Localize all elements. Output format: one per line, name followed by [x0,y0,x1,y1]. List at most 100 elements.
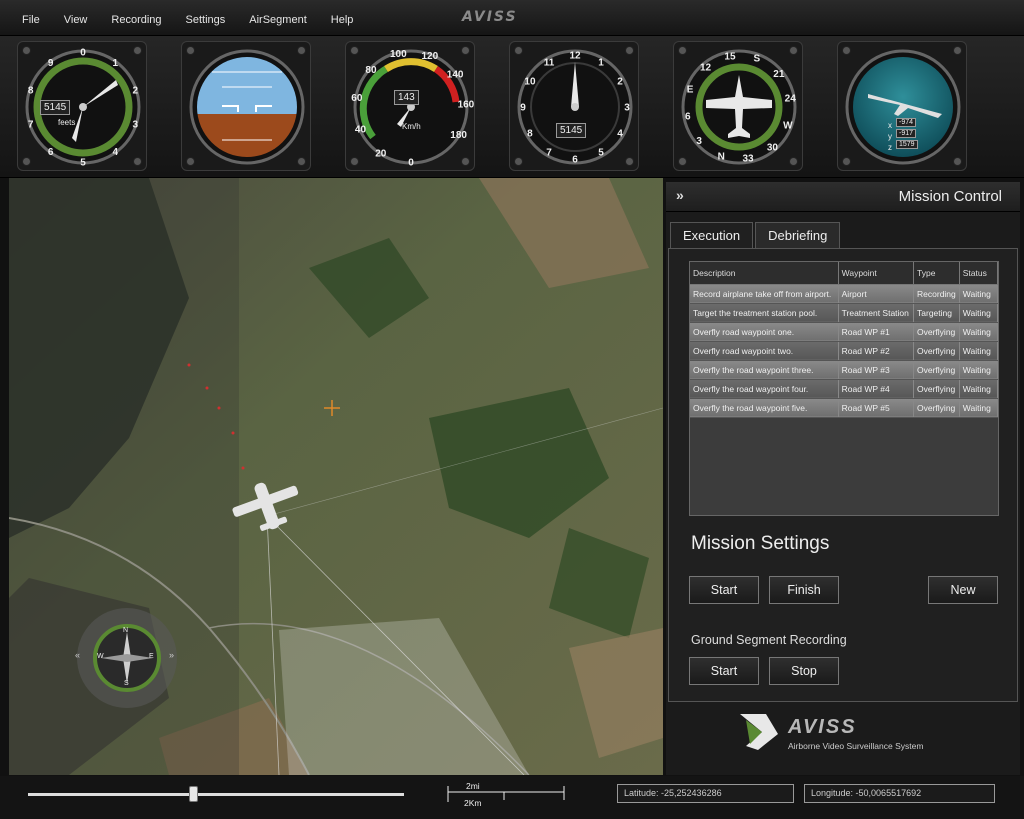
double-chevron-left-icon[interactable]: « [75,650,80,660]
pos-z-label: z [888,143,892,152]
gauge-tick-label: 24 [785,93,797,104]
cell-waypoint: Airport [838,284,915,304]
compass-rose-icon [93,624,161,692]
cell-waypoint: Treatment Station [838,303,915,323]
menu-settings[interactable]: Settings [174,0,238,36]
airspeed-dial: 0 20 40 60 80 100 120 140 160 180 [351,49,474,169]
table-header-row: Description Waypoint Type Status [690,262,998,285]
gauge-tick-label: 1 [113,58,119,69]
recording-start-button[interactable]: Start [689,657,759,685]
pos-y-value: -917 [896,129,917,138]
compass-n: N [123,627,129,634]
cell-description: Overfly road waypoint one. [690,322,839,342]
table-row[interactable]: Overfly the road waypoint five. Road WP #… [690,398,998,418]
gauge-tick-label: 6 [48,147,54,158]
status-bar: 2mi 2Km Latitude: -25,252436286 Longitud… [0,776,1024,819]
altimeter-readout: 5145 [40,100,71,115]
airspeed-unit: Km/h [402,122,421,131]
menu-view[interactable]: View [52,0,100,36]
cell-description: Overfly the road waypoint three. [690,360,839,380]
cell-type: Overflying [913,322,960,342]
col-status[interactable]: Status [959,262,998,285]
gauge-tick-label: 7 [28,119,34,130]
recording-stop-button[interactable]: Stop [769,657,839,685]
gauge-tick-label: 2 [617,77,623,88]
table-row[interactable]: Overfly road waypoint one. Road WP #1 Over… [690,322,998,342]
compass-e: E [149,653,154,660]
cell-description: Overfly the road waypoint four. [690,379,839,399]
gauge-tick-label: 5 [598,148,604,159]
mission-new-button[interactable]: New [928,576,998,604]
clock-altimeter-readout: 5145 [556,123,587,138]
menu-recording[interactable]: Recording [99,0,173,36]
gauge-tick-label: 4 [113,147,119,158]
cell-status: Waiting [959,398,998,418]
col-type[interactable]: Type [913,262,960,285]
instrument-panel: 0123456789 5145 feets 0 20 40 60 80 100 … [0,36,1024,219]
map-compass[interactable]: N E S W [77,608,177,708]
map-scale: 2mi 2Km [446,778,566,812]
tab-debriefing[interactable]: Debriefing [755,222,841,248]
execution-tab-body: Description Waypoint Type Status Record … [668,248,1018,702]
gauge-tick-label: 40 [355,124,367,135]
gauge-tick-label: 120 [421,51,438,62]
cell-status: Waiting [959,284,998,304]
ground-recording-title: Ground Segment Recording [691,633,847,647]
mission-control-panel: » Mission Control Execution Debriefing D… [666,182,1020,775]
cell-status: Waiting [959,322,998,342]
zoom-slider-thumb[interactable] [189,786,199,802]
gauge-tick-label: 100 [390,49,407,60]
mission-table[interactable]: Description Waypoint Type Status Record … [689,261,999,516]
cell-type: Targeting [913,303,960,323]
col-waypoint[interactable]: Waypoint [838,262,915,285]
cell-description: Overfly the road waypoint five. [690,398,839,418]
menu-airsegment[interactable]: AirSegment [237,0,318,36]
clock-altimeter-gauge: 12 1 2 3 4 5 6 7 8 9 10 11 5145 [509,41,639,171]
menu-help[interactable]: Help [319,0,366,36]
table-row[interactable]: Record airplane take off from airport. Ai… [690,284,998,304]
position-gauge: x -974 y -917 z 1579 [837,41,967,171]
gauge-tick-label: 12 [700,63,712,74]
menu-bar: File View Recording Settings AirSegment … [0,0,1024,36]
gauge-tick-label: 5 [80,158,86,169]
mission-finish-button[interactable]: Finish [769,576,839,604]
compass-w: W [97,653,104,660]
panel-header: » Mission Control [666,182,1020,212]
cell-description: Overfly road waypoint two. [690,341,839,361]
longitude-field: Longitude: -50,0065517692 [804,784,995,803]
gauge-tick-label: 180 [450,130,467,141]
gauge-tick-label: 60 [351,93,363,104]
double-chevron-right-icon[interactable]: » [169,650,174,660]
mission-settings-title: Mission Settings [691,533,830,554]
gauge-tick-label: 80 [365,65,377,76]
gauge-tick-label: 0 [408,158,414,169]
tab-execution[interactable]: Execution [670,222,754,248]
gauge-tick-label: 2 [133,86,139,97]
attitude-dial [189,49,305,165]
gauge-tick-label: 6 [572,155,578,166]
cell-type: Overflying [913,379,960,399]
table-row[interactable]: Overfly the road waypoint four. Road WP #… [690,379,998,399]
brand-subtitle: Airborne Video Surveillance System [788,741,924,751]
table-row[interactable]: Target the treatment station pool. Treatm… [690,303,998,323]
gauge-tick-label: 3 [133,119,139,130]
gauge-tick-label: W [783,120,793,131]
menu-file[interactable]: File [10,0,52,36]
table-row[interactable]: Overfly the road waypoint three. Road WP … [690,360,998,380]
satellite-map[interactable]: N E S W « » [9,178,663,775]
brand-name: AVISS [788,716,857,738]
double-chevron-right-icon[interactable]: » [676,187,684,203]
pos-x-label: x [888,121,892,130]
gauge-tick-label: S [753,54,760,65]
gauge-tick-label: 7 [546,148,552,159]
zoom-slider-track[interactable] [28,793,404,796]
mission-start-button[interactable]: Start [689,576,759,604]
heading-gauge: N 3 6 E 12 15 S 21 24 W 30 33 [673,41,803,171]
gauge-tick-label: 8 [28,86,34,97]
compass-s: S [124,680,129,687]
col-description[interactable]: Description [690,262,839,285]
gauge-tick-label: E [687,85,694,96]
cell-waypoint: Road WP #3 [838,360,915,380]
cell-type: Overflying [913,341,960,361]
table-row[interactable]: Overfly road waypoint two. Road WP #2 Over… [690,341,998,361]
